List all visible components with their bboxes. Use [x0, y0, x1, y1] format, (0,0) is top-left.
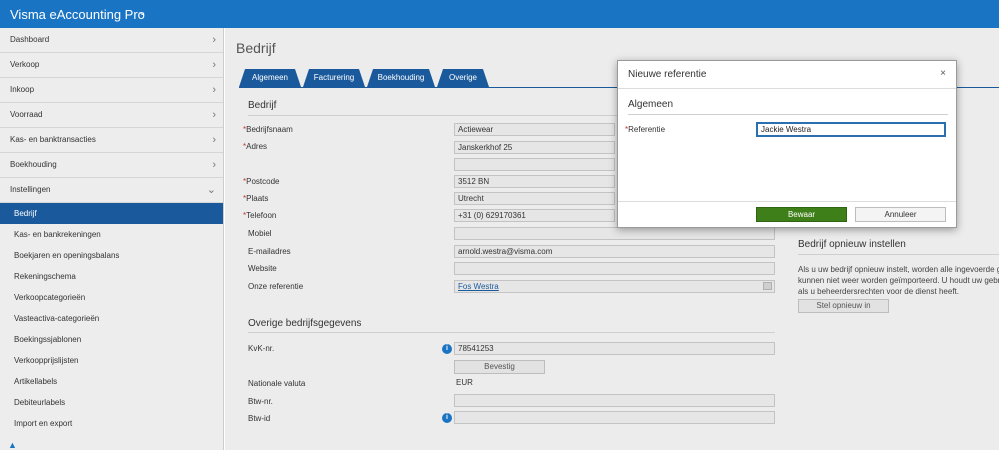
- btw-id-input[interactable]: [454, 411, 775, 424]
- field-label-postcode: *Postcode: [243, 177, 280, 186]
- chevron-right-icon: ›: [212, 134, 216, 146]
- sidebar-subitem-rekeningschema[interactable]: Rekeningschema: [0, 266, 223, 287]
- field-label-btw-id: Btw-id: [248, 414, 271, 423]
- sidebar-item-label: Instellingen: [10, 185, 51, 194]
- tab-overige[interactable]: Overige: [437, 69, 489, 87]
- valuta-value: EUR: [456, 378, 473, 387]
- bevestig-button[interactable]: Bevestig: [454, 360, 545, 374]
- sidebar-item-label: Dashboard: [10, 35, 50, 44]
- dialog-section-divider: [628, 114, 948, 115]
- reset-text-line: kunnen niet weer worden geïmporteerd. U …: [798, 276, 999, 285]
- field-label-adres: *Adres: [243, 142, 268, 151]
- kvk-input[interactable]: 78541253: [454, 342, 775, 355]
- chevron-down-icon[interactable]: ⌄: [138, 7, 146, 18]
- adres-line2-input[interactable]: [454, 158, 615, 171]
- tab-boekhouding[interactable]: Boekhouding: [367, 69, 435, 87]
- section-title-overige: Overige bedrijfsgegevens: [248, 318, 362, 329]
- plaats-input[interactable]: Utrecht: [454, 192, 615, 205]
- top-bar: Visma eAccounting Pro ⌄: [0, 0, 999, 28]
- sidebar-subitem-debiteurlabels[interactable]: Debiteurlabels: [0, 392, 223, 413]
- cancel-button[interactable]: Annuleer: [855, 207, 946, 222]
- reset-title: Bedrijf opnieuw instellen: [798, 239, 906, 250]
- referentie-input[interactable]: Jackie Westra: [756, 122, 946, 137]
- field-label-btw-nr: Btw-nr.: [248, 397, 273, 406]
- nieuwe-referentie-dialog: Nieuwe referentie × Algemeen *Referentie…: [617, 60, 957, 228]
- tab-facturering[interactable]: Facturering: [303, 69, 365, 87]
- mobiel-input[interactable]: [454, 227, 775, 240]
- sidebar-subitem-verkoopprijslijsten[interactable]: Verkoopprijslijsten: [0, 350, 223, 371]
- field-label-plaats: *Plaats: [243, 194, 269, 203]
- sidebar-subitem-boekjaren[interactable]: Boekjaren en openingsbalans: [0, 245, 223, 266]
- info-icon[interactable]: i: [442, 413, 452, 423]
- field-label-referentie: Onze referentie: [248, 282, 304, 291]
- close-icon[interactable]: ×: [940, 68, 946, 79]
- section-divider: [248, 332, 775, 333]
- info-icon[interactable]: i: [442, 344, 452, 354]
- sidebar-item-instellingen[interactable]: Instellingen ⌄: [0, 178, 223, 203]
- sidebar-subitem-bedrijf[interactable]: Bedrijf: [0, 203, 223, 224]
- section-divider: [798, 254, 999, 255]
- dialog-footer-divider: [618, 201, 956, 202]
- sidebar-item-label: Inkoop: [10, 85, 35, 94]
- edit-icon[interactable]: [763, 282, 772, 290]
- tab-algemeen[interactable]: Algemeen: [239, 69, 301, 87]
- field-label-bedrijfsnaam: *Bedrijfsnaam: [243, 125, 293, 134]
- website-input[interactable]: [454, 262, 775, 275]
- btw-nr-input[interactable]: [454, 394, 775, 407]
- section-title-bedrijf: Bedrijf: [248, 100, 277, 111]
- chevron-right-icon: ›: [212, 109, 216, 121]
- field-label-kvk: KvK-nr.: [248, 344, 275, 353]
- chevron-right-icon: ›: [212, 84, 216, 96]
- sidebar-item-voorraad[interactable]: Voorraad ›: [0, 103, 223, 128]
- chevron-right-icon: ›: [212, 59, 216, 71]
- sidebar-item-label: Voorraad: [10, 110, 43, 119]
- bedrijfsnaam-input[interactable]: Actiewear: [454, 123, 615, 136]
- field-label-mobiel: Mobiel: [248, 229, 272, 238]
- sidebar-item-label: Kas- en banktransacties: [10, 135, 96, 144]
- sidebar-subitem-boekingssjablonen[interactable]: Boekingssjablonen: [0, 329, 223, 350]
- field-label-telefoon: *Telefoon: [243, 211, 277, 220]
- sidebar-item-dashboard[interactable]: Dashboard ›: [0, 28, 223, 53]
- chevron-right-icon: ›: [212, 34, 216, 46]
- dialog-title: Nieuwe referentie: [628, 69, 707, 80]
- referentie-select[interactable]: Fos Westra: [454, 280, 775, 293]
- sidebar-item-kas-bank[interactable]: Kas- en banktransacties ›: [0, 128, 223, 153]
- dialog-section-title: Algemeen: [628, 99, 674, 110]
- stel-opnieuw-in-button[interactable]: Stel opnieuw in: [798, 299, 889, 313]
- sidebar-subitem-vasteactiva[interactable]: Vasteactiva-categorieën: [0, 308, 223, 329]
- reset-text-line: als u beheerdersrechten voor de dienst h…: [798, 287, 959, 296]
- email-input[interactable]: arnold.westra@visma.com: [454, 245, 775, 258]
- sidebar-item-boekhouding[interactable]: Boekhouding ›: [0, 153, 223, 178]
- sidebar-subitem-verkoopcategorieen[interactable]: Verkoopcategorieën: [0, 287, 223, 308]
- postcode-input[interactable]: 3512 BN: [454, 175, 615, 188]
- dialog-divider: [618, 88, 956, 89]
- adres-input[interactable]: Janskerkhof 25: [454, 141, 615, 154]
- chevron-down-icon: ⌄: [206, 184, 216, 196]
- telefoon-input[interactable]: +31 (0) 629170361: [454, 209, 615, 222]
- field-label-valuta: Nationale valuta: [248, 379, 306, 388]
- field-label-website: Website: [248, 264, 277, 273]
- sidebar-subitem-kas-bankrekeningen[interactable]: Kas- en bankrekeningen: [0, 224, 223, 245]
- sidebar-item-verkoop[interactable]: Verkoop ›: [0, 53, 223, 78]
- chevron-right-icon: ›: [212, 159, 216, 171]
- page-title: Bedrijf: [236, 40, 276, 56]
- sidebar-item-label: Boekhouding: [10, 160, 57, 169]
- referentie-value: Fos Westra: [458, 282, 499, 291]
- field-label-email: E-mailadres: [248, 247, 291, 256]
- reset-text-line: Als u uw bedrijf opnieuw instelt, worden…: [798, 265, 999, 274]
- sidebar-item-label: Verkoop: [10, 60, 40, 69]
- app-title[interactable]: Visma eAccounting Pro: [10, 7, 145, 22]
- sidebar-subitem-import-export[interactable]: Import en export: [0, 413, 223, 434]
- basket-icon[interactable]: ▲: [8, 440, 17, 450]
- sidebar-subitem-artikellabels[interactable]: Artikellabels: [0, 371, 223, 392]
- referentie-label: *Referentie: [625, 125, 666, 134]
- sidebar: Dashboard › Verkoop › Inkoop › Voorraad › Ka…: [0, 28, 224, 450]
- sidebar-item-inkoop[interactable]: Inkoop ›: [0, 78, 223, 103]
- save-button[interactable]: Bewaar: [756, 207, 847, 222]
